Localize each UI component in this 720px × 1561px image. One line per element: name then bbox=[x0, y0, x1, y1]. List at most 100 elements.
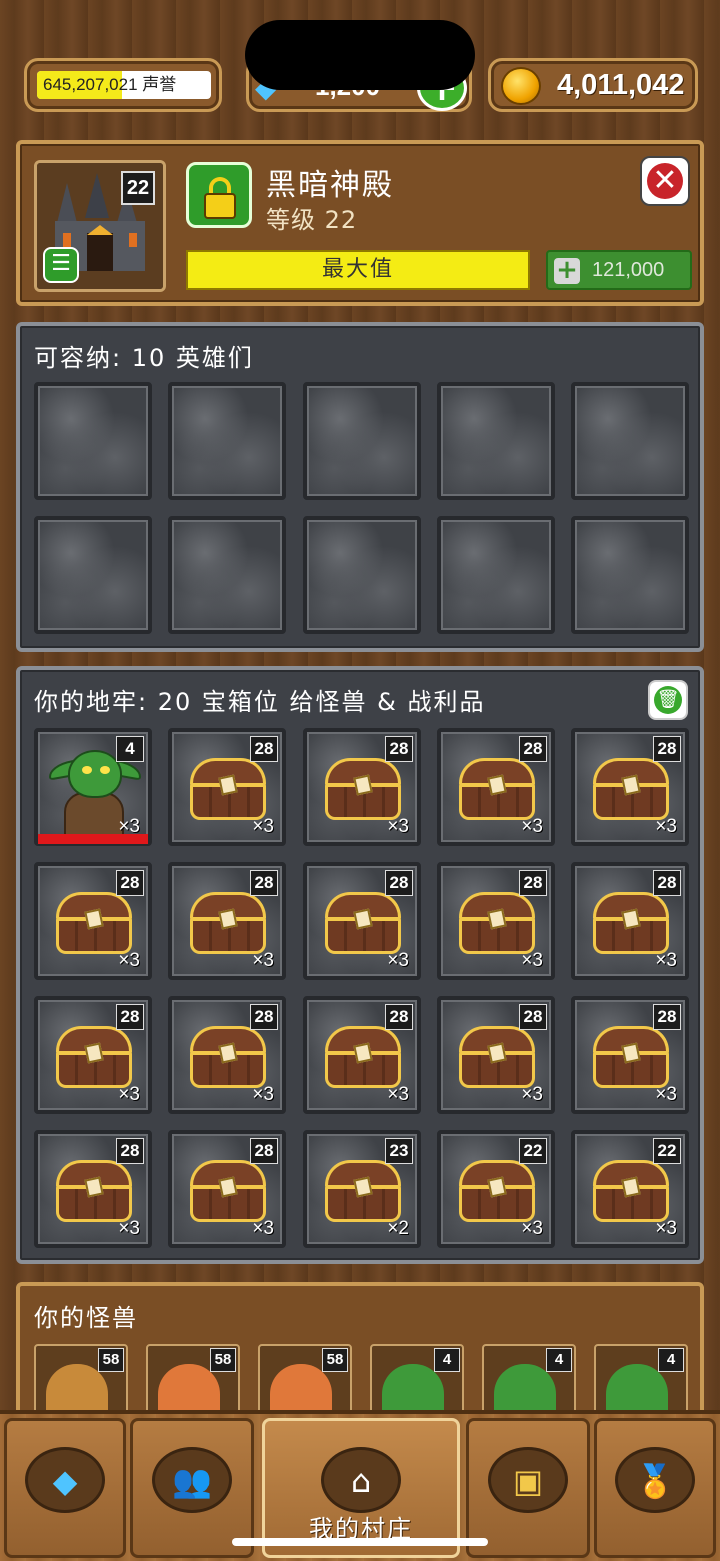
item-quantity: ×2 bbox=[387, 1218, 409, 1239]
chest-lock bbox=[487, 908, 507, 930]
item-level-badge: 22 bbox=[653, 1138, 681, 1164]
dungeon-slot[interactable]: 22 ×3 bbox=[571, 1130, 689, 1248]
trash-icon: 🗑 bbox=[654, 686, 682, 714]
gold-coin-icon bbox=[501, 67, 541, 105]
dungeon-slot[interactable]: 28 ×3 bbox=[571, 862, 689, 980]
nav-tab-house[interactable]: ⌂ 我的村庄 bbox=[262, 1418, 460, 1558]
lock-icon bbox=[204, 193, 236, 219]
dungeon-slot[interactable]: 28 ×3 bbox=[437, 996, 555, 1114]
dungeon-slot[interactable]: 28 ×3 bbox=[168, 728, 286, 846]
monster-level-badge: 4 bbox=[546, 1348, 572, 1372]
hero-capacity-panel: 可容纳: 10 英雄们 bbox=[16, 322, 704, 652]
hero-slot[interactable] bbox=[437, 382, 555, 500]
hero-slot[interactable] bbox=[571, 382, 689, 500]
item-quantity: ×3 bbox=[521, 1218, 543, 1239]
dark-temple-thumbnail: 22 ☰ bbox=[34, 160, 166, 292]
nav-tab-chest[interactable]: ▣ bbox=[466, 1418, 590, 1558]
treasure-chest-icon bbox=[593, 1160, 669, 1222]
treasure-chest-icon bbox=[190, 1160, 266, 1222]
dungeon-slot[interactable]: 28 ×3 bbox=[34, 996, 152, 1114]
hero-slot[interactable] bbox=[303, 516, 421, 634]
hero-slot[interactable] bbox=[34, 516, 152, 634]
treasure-chest-icon bbox=[593, 1026, 669, 1088]
item-level-badge: 28 bbox=[250, 870, 278, 896]
chest-lock bbox=[218, 1042, 238, 1064]
hero-slot[interactable] bbox=[303, 382, 421, 500]
dungeon-slot[interactable]: 22 ×3 bbox=[437, 1130, 555, 1248]
house-icon: ⌂ bbox=[321, 1447, 401, 1513]
goblin-eye bbox=[100, 766, 110, 774]
hero-slot[interactable] bbox=[571, 516, 689, 634]
item-level-badge: 23 bbox=[385, 1138, 413, 1164]
chest-lock bbox=[353, 908, 373, 930]
item-quantity: ×3 bbox=[118, 950, 140, 971]
treasure-chest-icon bbox=[190, 1026, 266, 1088]
trash-button[interactable]: 🗑 bbox=[648, 680, 688, 720]
treasure-chest-icon bbox=[459, 758, 535, 820]
dungeon-slot[interactable]: 28 ×3 bbox=[303, 862, 421, 980]
treasure-chest-icon bbox=[325, 758, 401, 820]
resource-bar: 645,207,021 声誉 ◆ 1,200 + 4,011,042 bbox=[0, 0, 720, 125]
close-icon: ✕ bbox=[647, 163, 683, 199]
dungeon-slot[interactable]: 28 ×3 bbox=[437, 728, 555, 846]
item-quantity: ×3 bbox=[387, 950, 409, 971]
dungeon-slot[interactable]: 28 ×3 bbox=[571, 728, 689, 846]
item-level-badge: 28 bbox=[250, 1138, 278, 1164]
dungeon-slot[interactable]: 4 ×3 bbox=[34, 728, 152, 846]
reputation-pill[interactable]: 645,207,021 声誉 bbox=[24, 58, 222, 112]
dungeon-slot[interactable]: 28 ×3 bbox=[303, 996, 421, 1114]
item-quantity: ×3 bbox=[252, 1218, 274, 1239]
dungeon-slot[interactable]: 28 ×3 bbox=[168, 862, 286, 980]
item-quantity: ×3 bbox=[252, 1084, 274, 1105]
item-quantity: ×3 bbox=[655, 1218, 677, 1239]
hero-slot[interactable] bbox=[168, 382, 286, 500]
dungeon-slot[interactable]: 23 ×2 bbox=[303, 1130, 421, 1248]
hero-slot[interactable] bbox=[437, 516, 555, 634]
item-quantity: ×3 bbox=[521, 950, 543, 971]
dungeon-slot[interactable]: 28 ×3 bbox=[571, 996, 689, 1114]
building-menu-button[interactable]: ☰ bbox=[43, 247, 79, 283]
gold-value: 4,011,042 bbox=[557, 69, 685, 101]
chest-lock bbox=[84, 908, 104, 930]
treasure-chest-icon bbox=[593, 758, 669, 820]
hero-capacity-title: 可容纳: 10 英雄们 bbox=[34, 344, 254, 372]
dungeon-slot[interactable]: 28 ×3 bbox=[168, 1130, 286, 1248]
treasure-chest-icon bbox=[190, 892, 266, 954]
dungeon-slot[interactable]: 28 ×3 bbox=[34, 1130, 152, 1248]
item-level-badge: 28 bbox=[116, 1138, 144, 1164]
building-level-text: 等级 22 bbox=[266, 206, 358, 234]
monster-level-badge: 4 bbox=[434, 1348, 460, 1372]
dungeon-slot[interactable]: 28 ×3 bbox=[303, 728, 421, 846]
item-level-badge: 28 bbox=[116, 870, 144, 896]
upgrade-button[interactable]: + 121,000 bbox=[546, 250, 692, 290]
close-button[interactable]: ✕ bbox=[640, 156, 690, 206]
item-quantity: ×3 bbox=[655, 816, 677, 837]
item-level-badge: 28 bbox=[250, 736, 278, 762]
nav-tab-people[interactable]: 👥 bbox=[130, 1418, 254, 1558]
chest-lock bbox=[353, 1176, 373, 1198]
item-level-badge: 28 bbox=[653, 736, 681, 762]
building-level-badge: 22 bbox=[121, 171, 155, 205]
chest-lock bbox=[621, 774, 641, 796]
item-quantity: ×3 bbox=[252, 816, 274, 837]
hero-slot[interactable] bbox=[168, 516, 286, 634]
reputation-meter: 645,207,021 声誉 bbox=[37, 71, 211, 99]
item-level-badge: 4 bbox=[116, 736, 144, 762]
nav-tab-medal[interactable]: 🏅 bbox=[594, 1418, 716, 1558]
reputation-value: 645,207,021 bbox=[43, 75, 138, 94]
reputation-label: 声誉 bbox=[142, 75, 177, 94]
chest-lock bbox=[487, 774, 507, 796]
treasure-chest-icon bbox=[56, 1026, 132, 1088]
monster-level-badge: 58 bbox=[98, 1348, 124, 1372]
gold-pill[interactable]: 4,011,042 bbox=[488, 58, 698, 112]
dungeon-slot[interactable]: 28 ×3 bbox=[34, 862, 152, 980]
hero-slot[interactable] bbox=[34, 382, 152, 500]
chest-lock bbox=[621, 1042, 641, 1064]
item-quantity: ×3 bbox=[521, 1084, 543, 1105]
chest-icon: ▣ bbox=[488, 1447, 568, 1513]
item-quantity: ×3 bbox=[118, 1084, 140, 1105]
dungeon-slot[interactable]: 28 ×3 bbox=[168, 996, 286, 1114]
dungeon-slot[interactable]: 28 ×3 bbox=[437, 862, 555, 980]
nav-tab-gem[interactable]: ◆ bbox=[4, 1418, 126, 1558]
lock-button[interactable] bbox=[186, 162, 252, 228]
